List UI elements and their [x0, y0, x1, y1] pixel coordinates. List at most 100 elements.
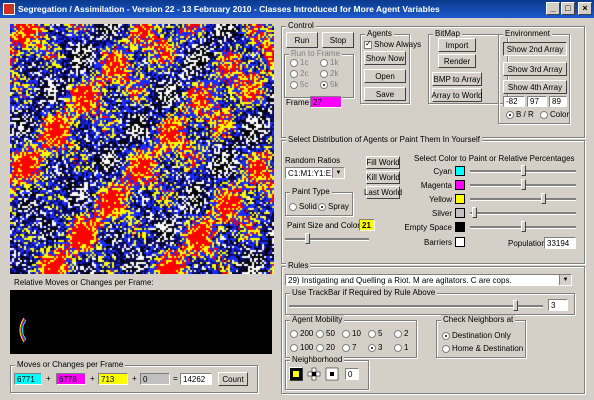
neighborhood-value[interactable]: 0 [345, 368, 359, 380]
main-window: Relative Moves or Changes per Frame: Mov… [0, 18, 594, 400]
import-button[interactable]: Import [438, 38, 476, 52]
run-2c-radio[interactable]: 2c [290, 69, 308, 78]
color-percentage-slider[interactable] [470, 179, 576, 191]
chevron-down-icon: ▼ [332, 168, 344, 178]
total-count: 14262 [180, 373, 212, 385]
yellow-count: 713 [98, 373, 128, 385]
env-value-2[interactable]: 97 [527, 96, 547, 107]
array-to-world-button[interactable]: Array to World [432, 88, 483, 102]
world-canvas[interactable] [10, 24, 274, 274]
open-button[interactable]: Open [364, 69, 406, 83]
neighborhood-von-neumann-icon[interactable] [307, 367, 321, 381]
bw-radio[interactable]: B / R [506, 110, 534, 119]
run-to-frame-title: Run to Frame [289, 49, 342, 58]
population-label: Population [508, 239, 546, 248]
mobility-radio[interactable]: 50 [316, 329, 335, 338]
cyan-count: 6771 [14, 373, 42, 385]
destination-only-radio[interactable]: Destination Only [442, 331, 511, 340]
show-2nd-array-button[interactable]: Show 2nd Array [503, 42, 567, 56]
last-world-button[interactable]: Last World [364, 186, 402, 199]
save-button[interactable]: Save [364, 87, 406, 101]
mobility-radio[interactable]: 10 [342, 329, 361, 338]
mobility-radio[interactable]: 20 [316, 343, 335, 352]
mobility-radio[interactable]: 3 [368, 343, 382, 352]
color-slider-thumb[interactable] [521, 179, 526, 190]
stop-button[interactable]: Stop [322, 32, 354, 48]
show-now-button[interactable]: Show Now [364, 51, 406, 65]
color-percentage-slider[interactable] [470, 207, 576, 219]
color-percentage-slider[interactable] [470, 165, 576, 177]
agent-mobility-group: Agent Mobility [285, 315, 417, 358]
plus-sign: + [132, 374, 137, 383]
trackbar-value[interactable]: 3 [548, 299, 568, 311]
color-percentage-slider[interactable] [470, 221, 576, 233]
bmp-to-array-button[interactable]: BMP to Array [432, 72, 482, 86]
rule-trackbar-thumb[interactable] [513, 300, 518, 311]
color-percentage-slider[interactable] [470, 193, 576, 205]
plus-sign: + [46, 374, 51, 383]
env-value-3[interactable]: 89 [549, 96, 567, 107]
neighborhood-moore-icon[interactable] [325, 367, 339, 381]
color-slider-thumb[interactable] [521, 221, 526, 232]
render-button[interactable]: Render [438, 54, 476, 68]
magenta-count: 6778 [56, 373, 86, 385]
minimize-button[interactable]: _ [546, 2, 560, 15]
show-3rd-array-button[interactable]: Show 3rd Array [503, 62, 567, 76]
color-swatch[interactable] [455, 166, 465, 176]
paint-size-slider[interactable] [285, 233, 369, 245]
random-ratios-select[interactable]: C1:M1:Y1:E1 ▼ [285, 167, 345, 179]
run-2k-radio[interactable]: 2k [320, 69, 338, 78]
environment-title: Environment [503, 29, 552, 38]
color-swatch[interactable] [455, 237, 465, 247]
run-5c-radio[interactable]: 5c [290, 80, 308, 89]
chevron-down-icon: ▼ [559, 275, 571, 285]
rule-trackbar[interactable] [289, 300, 543, 312]
color-radio[interactable]: Color [540, 110, 569, 119]
mobility-radio[interactable]: 100 [290, 343, 313, 352]
show-always-checkbox[interactable]: Show Always [364, 39, 421, 49]
mobility-radio[interactable]: 7 [342, 343, 356, 352]
color-swatch[interactable] [455, 208, 465, 218]
solid-radio[interactable]: Solid [289, 202, 317, 211]
close-button[interactable]: × [578, 2, 592, 15]
run-button[interactable]: Run [286, 32, 318, 48]
mobility-radio[interactable]: 1 [394, 343, 408, 352]
paint-size-label: Paint Size and Color [287, 221, 360, 230]
mobility-radio[interactable]: 2 [394, 329, 408, 338]
color-slider-thumb[interactable] [472, 207, 477, 218]
run-1k-radio[interactable]: 1k [320, 58, 338, 67]
show-4th-array-button[interactable]: Show 4th Array [503, 80, 567, 94]
fill-world-button[interactable]: Fill World [366, 156, 400, 169]
mobility-radio[interactable]: 200 [290, 329, 313, 338]
color-swatch[interactable] [455, 194, 465, 204]
run-1c-radio[interactable]: 1c [290, 58, 308, 67]
neighborhood-title: Neighborhood [290, 355, 345, 364]
mobility-radio[interactable]: 5 [368, 329, 382, 338]
kill-world-button[interactable]: Kill World [366, 171, 400, 184]
home-destination-radio[interactable]: Home & Destination [442, 344, 523, 353]
rules-select[interactable]: 29) Instigating and Quelling a Riot. M a… [285, 274, 572, 286]
check-neighbors-title: Check Neighbors at [441, 315, 516, 324]
paint-type-title: Paint Type [290, 187, 332, 196]
maximize-button[interactable]: □ [561, 2, 575, 15]
color-label: Empty Space [404, 223, 452, 232]
title-bar: Segregation / Assimilation - Version 22 … [0, 0, 594, 18]
run-5k-radio[interactable]: 5k [320, 80, 338, 89]
spray-radio[interactable]: Spray [318, 202, 349, 211]
app-icon [3, 3, 15, 15]
color-swatch[interactable] [455, 222, 465, 232]
color-label: Yellow [429, 195, 452, 204]
neighborhood-cell-center-icon[interactable] [289, 367, 303, 381]
moves-chart-label: Relative Moves or Changes per Frame: [14, 278, 154, 287]
plus-sign: + [90, 374, 95, 383]
color-label: Cyan [433, 167, 452, 176]
count-button[interactable]: Count [218, 372, 248, 386]
control-title: Control [286, 21, 316, 30]
color-slider-thumb[interactable] [521, 165, 526, 176]
color-slider-thumb[interactable] [541, 193, 546, 204]
agents-title: Agents [365, 29, 394, 38]
env-value-1[interactable]: -82 [503, 96, 525, 107]
paint-size-thumb[interactable] [305, 233, 310, 244]
color-swatch[interactable] [455, 180, 465, 190]
population-value: 33194 [544, 237, 576, 249]
